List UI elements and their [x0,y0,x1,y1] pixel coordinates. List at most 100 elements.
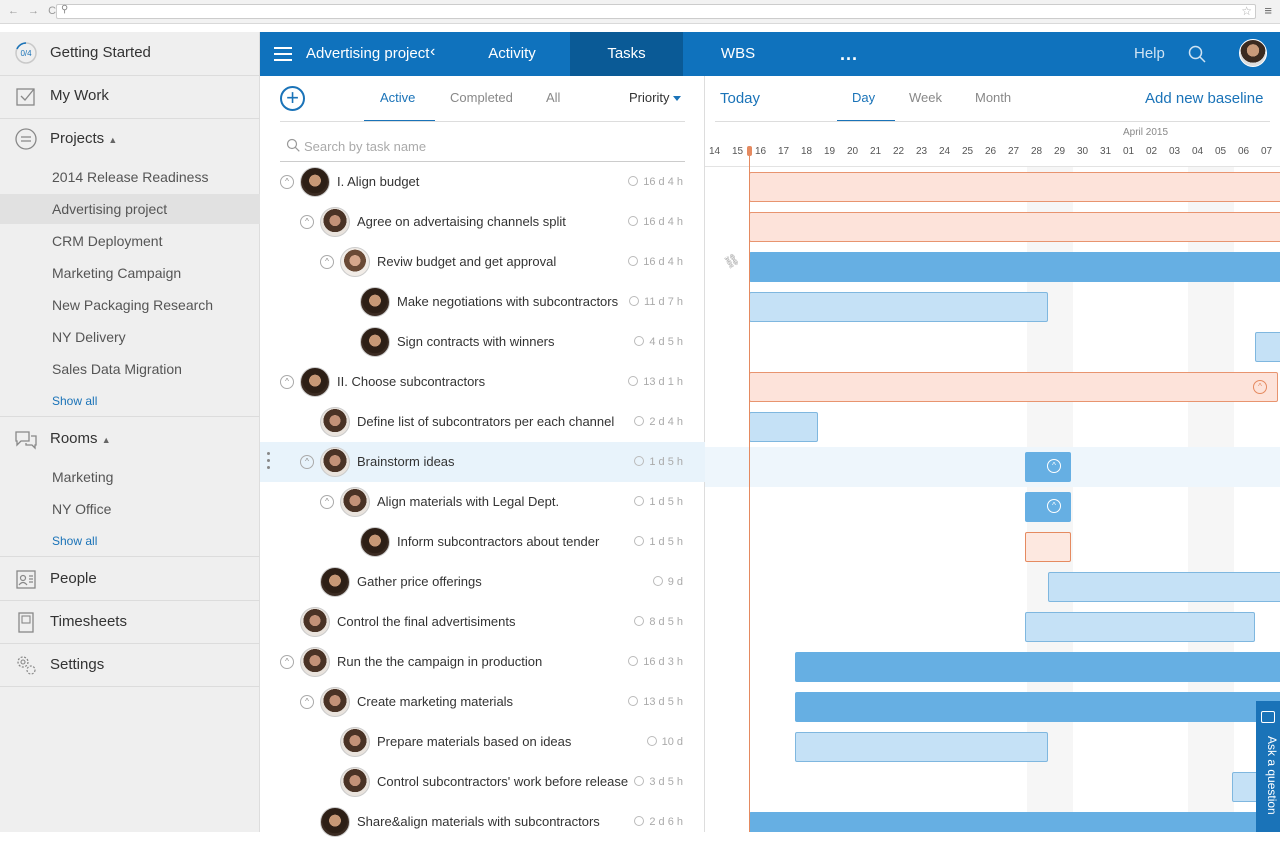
task-name[interactable]: Gather price offerings [357,574,482,589]
task-row[interactable]: ^ Brainstorm ideas 1 d 5 h [260,442,705,482]
projects-show-all-link[interactable]: Show all [52,394,97,408]
sidebar-room-item[interactable]: NY Office [0,494,260,524]
task-name[interactable]: Share&align materials with subcontractor… [357,814,600,829]
sidebar-project-item[interactable]: Marketing Campaign [0,258,260,288]
gantt-bar[interactable] [795,732,1048,762]
rooms-show-all-link[interactable]: Show all [52,534,97,548]
gantt-bar[interactable] [749,172,1280,202]
task-name[interactable]: Define list of subcontrators per each ch… [357,414,614,429]
task-name[interactable]: Inform subcontractors about tender [397,534,599,549]
task-name[interactable]: Reviw budget and get approval [377,254,556,269]
task-row[interactable]: ^ Agree on advertaising channels split 16 … [260,202,705,242]
task-name[interactable]: Align materials with Legal Dept. [377,494,559,509]
sidebar-room-item[interactable]: Marketing [0,462,260,492]
filter-tab-all[interactable]: All [546,90,560,105]
hamburger-menu-icon[interactable] [274,47,292,61]
gantt-bar[interactable] [795,692,1280,722]
tab-tasks[interactable]: Tasks [570,32,683,76]
address-bar[interactable]: ⚲ [56,4,1256,19]
gantt-bar[interactable]: ^ [749,372,1278,402]
task-row[interactable]: Make negotiations with subcontractors 11 … [260,282,705,322]
task-name[interactable]: I. Align budget [337,174,419,189]
collapse-icon[interactable]: ^ [1047,499,1061,513]
gantt-bar[interactable] [749,292,1048,322]
gantt-bar[interactable] [1025,612,1255,642]
collapse-icon[interactable]: ^ [320,255,334,269]
task-search-input[interactable] [304,136,674,156]
sidebar-item-people[interactable]: People [0,558,260,600]
collapse-icon[interactable]: ^ [320,495,334,509]
collapse-icon[interactable]: ^ [280,655,294,669]
task-name[interactable]: Agree on advertaising channels split [357,214,566,229]
project-title[interactable]: Advertising project [306,45,429,62]
sidebar-item-projects[interactable]: Projects ▲ [0,118,260,160]
task-row[interactable]: ^ II. Choose subcontractors 13 d 1 h [260,362,705,402]
bookmark-star-icon[interactable]: ☆ [1241,4,1252,18]
gantt-bar[interactable] [1048,572,1280,602]
gantt-bar[interactable] [1255,332,1280,362]
sidebar-item-settings[interactable]: Settings [0,644,260,686]
collapse-icon[interactable]: ^ [300,695,314,709]
tab-activity[interactable]: Activity [472,32,552,76]
collapse-icon[interactable]: ^ [1253,380,1267,394]
gantt-bar[interactable] [749,812,1280,832]
task-row[interactable]: ^ Align materials with Legal Dept. 1 d 5 h [260,482,705,522]
task-name[interactable]: Control the final advertisiments [337,614,515,629]
task-row[interactable]: Prepare materials based on ideas 10 d [260,722,705,762]
sidebar-project-item[interactable]: 2014 Release Readiness [0,162,260,192]
gantt-bar[interactable] [749,412,818,442]
tab-wbs[interactable]: WBS [700,32,776,76]
collapse-icon[interactable]: ^ [280,375,294,389]
gantt-bar[interactable] [749,252,1280,282]
sidebar-item-rooms[interactable]: Rooms ▲ [0,418,260,460]
gantt-bar[interactable] [795,652,1280,682]
sidebar-project-item[interactable]: Sales Data Migration [0,354,260,384]
task-name[interactable]: Create marketing materials [357,694,513,709]
sidebar-item-my-work[interactable]: My Work [0,75,260,117]
search-icon[interactable] [1188,45,1206,63]
task-row[interactable]: Share&align materials with subcontractor… [260,802,705,842]
gantt-bar[interactable]: ^ [1025,492,1071,522]
task-row[interactable]: ^ Create marketing materials 13 d 5 h [260,682,705,722]
gantt-bar[interactable] [1025,532,1071,562]
chevron-left-icon[interactable]: ‹ [430,43,435,61]
task-name[interactable]: Sign contracts with winners [397,334,555,349]
task-row[interactable]: Control the final advertisiments 8 d 5 h [260,602,705,642]
task-name[interactable]: Prepare materials based on ideas [377,734,571,749]
filter-tab-completed[interactable]: Completed [450,90,513,105]
task-row[interactable]: Control subcontractors' work before rele… [260,762,705,802]
task-name[interactable]: Run the the campaign in production [337,654,542,669]
sidebar-item-timesheets[interactable]: Timesheets [0,601,260,643]
sidebar-project-item[interactable]: CRM Deployment [0,226,260,256]
scale-tab-week[interactable]: Week [909,90,942,105]
sidebar-project-item[interactable]: New Packaging Research [0,290,260,320]
sort-priority-dropdown[interactable]: Priority [629,90,682,105]
collapse-icon[interactable]: ^ [300,455,314,469]
add-task-button[interactable]: + [280,86,305,111]
help-link[interactable]: Help [1134,45,1165,62]
collapse-icon[interactable]: ^ [280,175,294,189]
task-name[interactable]: Control subcontractors' work before rele… [377,774,628,789]
gantt-bar[interactable] [749,212,1280,242]
scale-tab-day[interactable]: Day [852,90,875,105]
gantt-bar[interactable]: ^ [1025,452,1071,482]
task-row[interactable]: ^ I. Align budget 16 d 4 h [260,162,705,202]
user-avatar[interactable] [1239,39,1267,67]
task-row[interactable]: ^ Reviw budget and get approval 16 d 4 h [260,242,705,282]
sidebar-project-item[interactable]: NY Delivery [0,322,260,352]
task-row[interactable]: Sign contracts with winners 4 d 5 h [260,322,705,362]
ask-question-button[interactable]: Ask a question [1256,701,1280,832]
browser-nav-icons[interactable]: ← → C [8,5,59,17]
task-name[interactable]: Brainstorm ideas [357,454,455,469]
task-name[interactable]: Make negotiations with subcontractors [397,294,618,309]
more-menu-icon[interactable]: ... [840,44,858,65]
filter-tab-active[interactable]: Active [380,90,415,105]
scale-tab-month[interactable]: Month [975,90,1011,105]
task-name[interactable]: II. Choose subcontractors [337,374,485,389]
sidebar-project-item-active[interactable]: Advertising project [0,194,260,224]
collapse-icon[interactable]: ^ [1047,459,1061,473]
sidebar-item-getting-started[interactable]: 0/4 Getting Started [0,32,260,74]
task-row[interactable]: Gather price offerings 9 d [260,562,705,602]
drag-handle-icon[interactable] [267,452,271,472]
today-button[interactable]: Today [720,90,760,107]
